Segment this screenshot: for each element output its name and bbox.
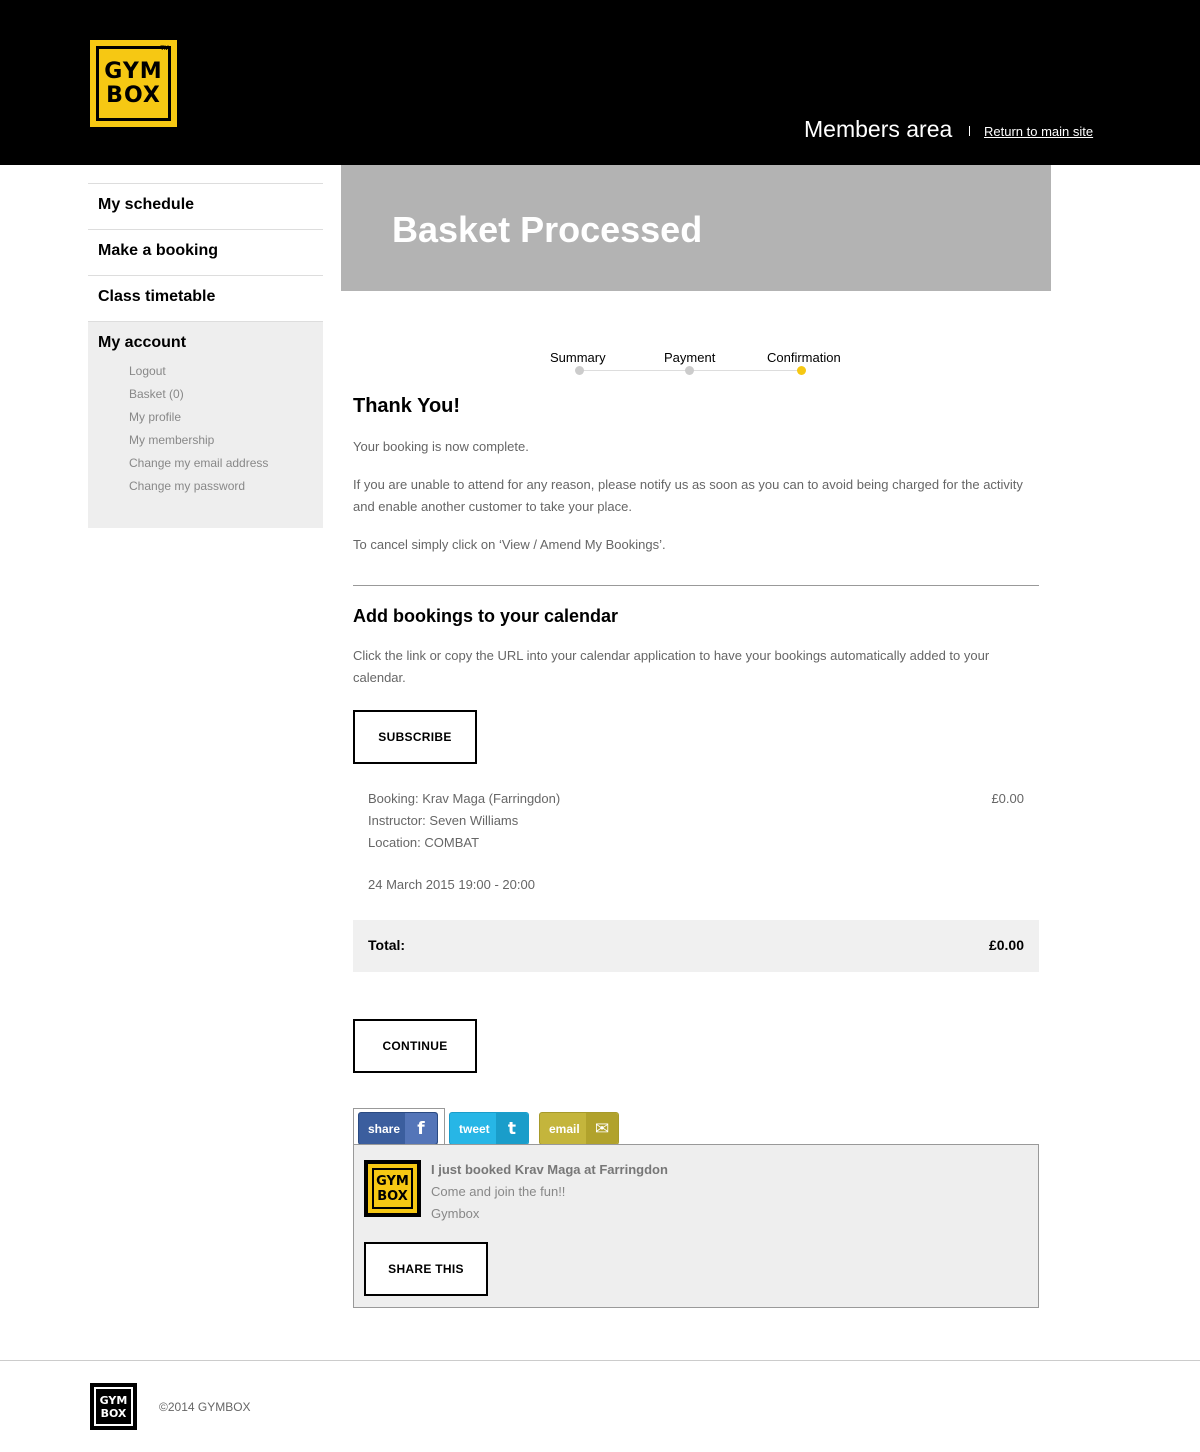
account-link-my-membership[interactable]: My membership xyxy=(88,429,323,452)
members-area-title: Members area xyxy=(804,116,953,142)
total-value: £0.00 xyxy=(988,937,1024,953)
thank-you-heading: Thank You! xyxy=(353,395,461,417)
site-header: GYM BOX TM Members area Return to main s… xyxy=(0,0,1200,165)
twitter-tweet-tab[interactable]: tweet t xyxy=(449,1112,529,1145)
my-account-title[interactable]: My account xyxy=(88,332,323,354)
twitter-icon: t xyxy=(496,1113,528,1144)
section-divider xyxy=(353,585,1039,586)
account-link-basket[interactable]: Basket (0) xyxy=(88,383,323,406)
facebook-icon: f xyxy=(405,1113,437,1144)
share-message: Come and join the fun!! xyxy=(431,1184,566,1199)
account-link-change-password[interactable]: Change my password xyxy=(88,475,323,498)
facebook-share-label: share xyxy=(368,1121,401,1136)
share-panel: GYM BOX I just booked Krav Maga at Farri… xyxy=(353,1144,1039,1308)
account-link-my-profile[interactable]: My profile xyxy=(88,406,323,429)
sidebar-item-my-schedule[interactable]: My schedule xyxy=(88,183,323,229)
sidebar: My schedule Make a booking Class timetab… xyxy=(88,183,323,528)
footer-divider xyxy=(0,1360,1200,1361)
footer-logo-text-gym: GYM xyxy=(99,1393,128,1407)
return-to-main-site-link[interactable]: Return to main site xyxy=(984,124,1093,139)
share-this-button[interactable]: SHARE THIS xyxy=(364,1242,488,1296)
cancellation-notice-text: If you are unable to attend for any reas… xyxy=(353,477,1023,514)
share-logo-text-box: BOX xyxy=(377,1188,408,1204)
share-logo-inner: GYM BOX xyxy=(368,1164,417,1213)
account-link-logout[interactable]: Logout xyxy=(88,360,323,383)
booking-instructor: Instructor: Seven Williams xyxy=(368,813,519,828)
calendar-instructions: Click the link or copy the URL into your… xyxy=(353,648,990,685)
copyright-text: ©2014 GYMBOX xyxy=(159,1400,251,1414)
cancel-instructions-text: To cancel simply click on ‘View / Amend … xyxy=(353,537,666,552)
logo-trademark: TM xyxy=(160,46,169,52)
share-gymbox-logo: GYM BOX xyxy=(364,1160,421,1217)
twitter-tweet-label: tweet xyxy=(459,1121,490,1136)
step-payment-label: Payment xyxy=(664,350,716,365)
email-share-label: email xyxy=(549,1121,580,1136)
total-row: Total: £0.00 xyxy=(353,920,1039,972)
continue-button[interactable]: CONTINUE xyxy=(353,1019,477,1073)
footer-logo-text-box: BOX xyxy=(100,1406,127,1420)
booking-activity: Booking: Krav Maga (Farringdon) xyxy=(368,791,561,806)
booking-complete-text: Your booking is now complete. xyxy=(353,439,529,454)
account-link-change-email[interactable]: Change my email address xyxy=(88,452,323,475)
my-account-panel: My account Logout Basket (0) My profile … xyxy=(88,321,323,528)
footer-logo-frame: GYM BOX xyxy=(94,1387,133,1426)
step-confirmation-label: Confirmation xyxy=(767,350,841,365)
total-label: Total: xyxy=(368,937,406,953)
subscribe-button[interactable]: SUBSCRIBE xyxy=(353,710,477,764)
sidebar-item-class-timetable[interactable]: Class timetable xyxy=(88,275,323,321)
page-banner: Basket Processed xyxy=(341,165,1051,291)
booking-datetime: 24 March 2015 19:00 - 20:00 xyxy=(368,877,535,892)
page-title: Basket Processed xyxy=(392,209,703,250)
email-share-tab[interactable]: email ✉ xyxy=(539,1112,619,1145)
booking-location: Location: COMBAT xyxy=(368,835,480,850)
logo-text-box: BOX xyxy=(106,82,161,108)
gymbox-logo[interactable]: GYM BOX TM xyxy=(90,40,177,127)
footer-logo: GYM BOX xyxy=(90,1383,137,1430)
facebook-share-tab[interactable]: share f xyxy=(358,1112,438,1145)
logo-text-gym: GYM xyxy=(104,58,163,84)
envelope-icon: ✉ xyxy=(586,1113,618,1144)
logo-frame: GYM BOX xyxy=(96,46,171,121)
step-payment-dot xyxy=(685,366,694,375)
booking-price: £0.00 xyxy=(991,791,1024,806)
sidebar-item-make-a-booking[interactable]: Make a booking xyxy=(88,229,323,275)
checkout-progress: Summary Payment Confirmation xyxy=(540,348,860,378)
share-author: Gymbox xyxy=(431,1206,480,1221)
step-summary-dot xyxy=(575,366,584,375)
calendar-heading: Add bookings to your calendar xyxy=(353,606,619,626)
step-confirmation-dot-active xyxy=(797,366,806,375)
share-logo-text-gym: GYM xyxy=(376,1173,409,1189)
share-title: I just booked Krav Maga at Farringdon xyxy=(431,1162,668,1177)
step-summary-label: Summary xyxy=(550,350,606,365)
share-logo-frame: GYM BOX xyxy=(372,1168,413,1209)
header-separator xyxy=(969,126,970,136)
